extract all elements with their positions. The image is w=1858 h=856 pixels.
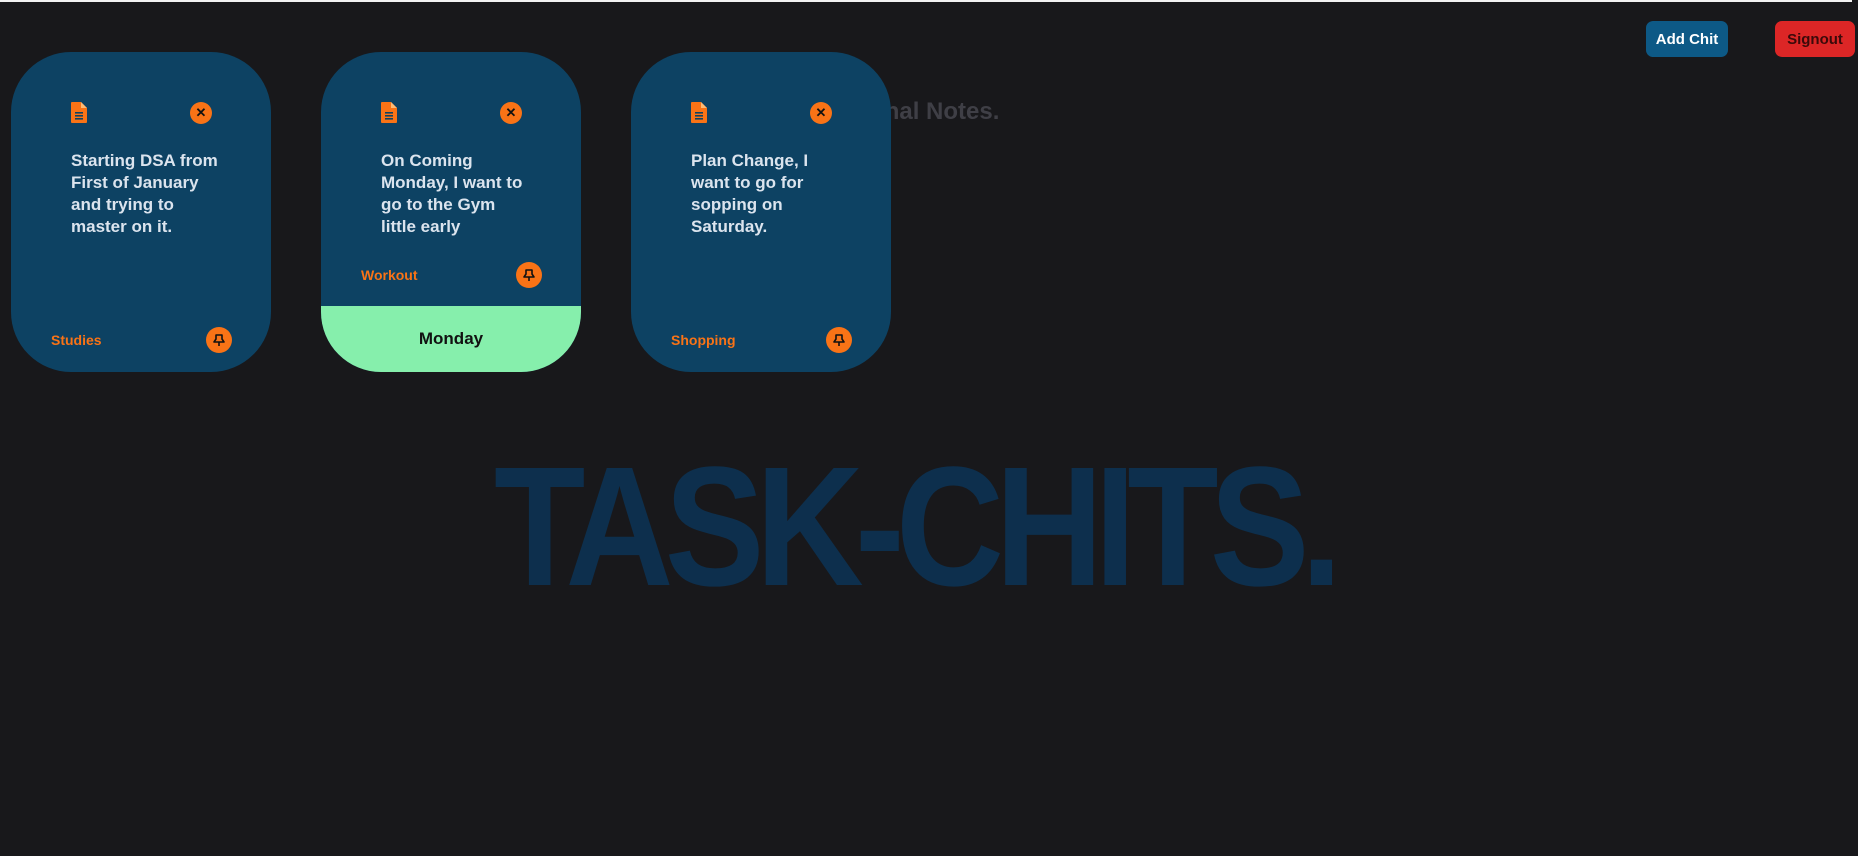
chit-tag: Studies bbox=[51, 332, 102, 348]
document-icon bbox=[691, 102, 707, 123]
pin-icon[interactable] bbox=[516, 262, 542, 288]
close-icon[interactable]: ✕ bbox=[500, 102, 522, 124]
chit-text: On Coming Monday, I want to go to the Gy… bbox=[381, 151, 523, 236]
chit-tag: Workout bbox=[361, 267, 418, 283]
chit-card[interactable]: ✕ On Coming Monday, I want to go to the … bbox=[321, 52, 581, 372]
chit-text: Starting DSA from First of January and t… bbox=[71, 151, 218, 236]
pin-icon[interactable] bbox=[206, 327, 232, 353]
chit-day-footer: Monday bbox=[321, 306, 581, 372]
chit-card[interactable]: ✕ Starting DSA from First of January and… bbox=[11, 52, 271, 372]
document-icon bbox=[381, 102, 397, 123]
chit-tag: Shopping bbox=[671, 332, 736, 348]
signout-button[interactable]: Signout bbox=[1775, 21, 1855, 57]
pin-icon[interactable] bbox=[826, 327, 852, 353]
close-icon[interactable]: ✕ bbox=[810, 102, 832, 124]
top-border-line bbox=[0, 0, 1852, 2]
app-watermark-title: TASK-CHITS. bbox=[494, 432, 1342, 622]
add-chit-button[interactable]: Add Chit bbox=[1646, 21, 1728, 57]
document-icon bbox=[71, 102, 87, 123]
chit-text: Plan Change, I want to go for sopping on… bbox=[691, 151, 809, 236]
close-icon[interactable]: ✕ bbox=[190, 102, 212, 124]
chit-card[interactable]: ✕ Plan Change, I want to go for sopping … bbox=[631, 52, 891, 372]
